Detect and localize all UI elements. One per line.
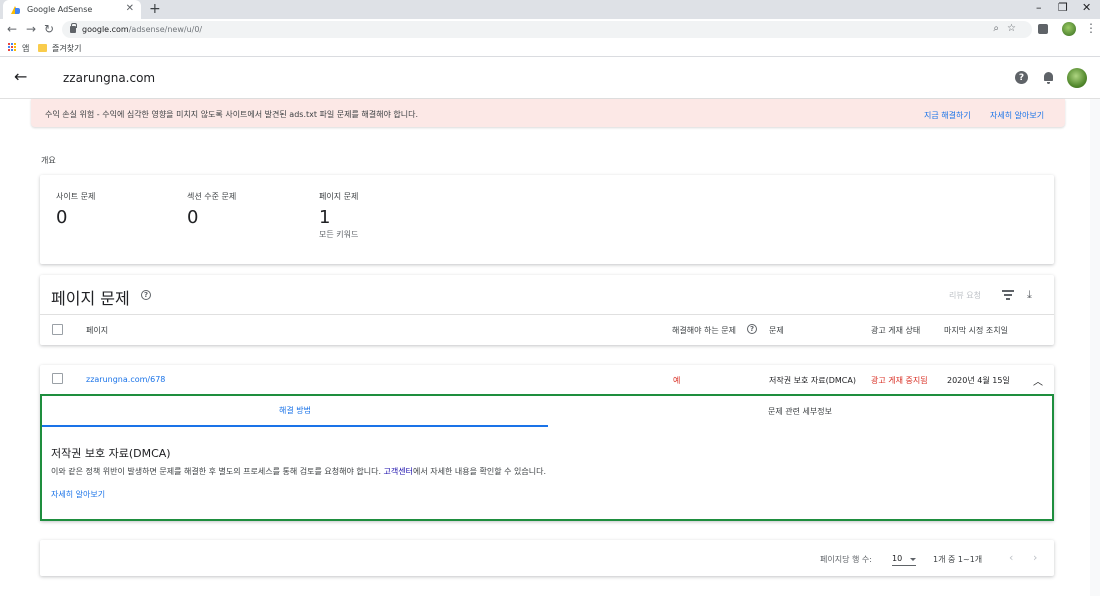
- stat-value: 0: [187, 207, 199, 228]
- back-arrow-icon[interactable]: ←: [14, 67, 27, 86]
- table-header-row: 페이지 해결해야 하는 문제 ? 문제 광고 게재 상태 마지막 시정 조치일: [40, 314, 1054, 345]
- col-page[interactable]: 페이지: [86, 325, 108, 336]
- page-issues-card: 페이지 문제 ? 리뷰 요청 ⤓ 페이지 해결해야 하는 문제 ? 문제 광고 …: [40, 275, 1054, 345]
- rows-per-page-label: 페이지당 행 수:: [820, 555, 872, 564]
- alert-message: 수익 손실 위험 - 수익에 심각한 영향을 미치지 않도록 사이트에서 발견된…: [45, 110, 419, 119]
- app-header: ← zzarungna.com ?: [0, 58, 1100, 99]
- filter-icon[interactable]: [1002, 290, 1014, 300]
- browser-forward-icon[interactable]: →: [26, 22, 36, 36]
- page-scrollbar[interactable]: [1090, 99, 1100, 596]
- zoom-icon[interactable]: ⌕: [993, 23, 1007, 34]
- col-ad-status[interactable]: 광고 게재 상태: [871, 325, 920, 336]
- url-host: google.com: [82, 25, 129, 34]
- detail-text-after: 에서 자세한 내용을 확인할 수 있습니다.: [413, 467, 547, 476]
- browser-back-icon[interactable]: ←: [7, 22, 17, 36]
- help-icon[interactable]: ?: [1015, 71, 1028, 84]
- lock-icon: [70, 23, 77, 33]
- col-last-action[interactable]: 마지막 시정 조치일: [944, 325, 1008, 336]
- row-ad-status: 광고 게재 중지됨: [871, 376, 928, 385]
- stat-value: 1: [319, 207, 331, 228]
- folder-icon: [38, 44, 47, 52]
- apps-grid-icon[interactable]: [8, 43, 17, 52]
- bookmark-apps[interactable]: 앱: [22, 43, 29, 54]
- fix-now-link[interactable]: 지금 해결하기: [924, 110, 971, 121]
- browser-toolbar: ← → ↻ google.com/adsense/new/u/0/ ⌕☆: [0, 19, 1100, 40]
- url-path: /adsense/new/u/0/: [128, 25, 203, 34]
- restore-button[interactable]: ❐: [1058, 1, 1068, 14]
- reload-icon[interactable]: ↻: [44, 22, 54, 36]
- prev-page-icon[interactable]: ‹: [1009, 551, 1013, 564]
- minimize-button[interactable]: –: [1036, 1, 1042, 14]
- tab-issue-details[interactable]: 문제 관련 세부정보: [548, 396, 1052, 427]
- bookmarks-bar: 앱 즐겨찾기: [0, 40, 1100, 57]
- col-issue[interactable]: 문제: [769, 325, 784, 336]
- issue-row-card: zzarungna.com/678 예 저작권 보호 자료(DMCA) 광고 게…: [40, 365, 1054, 521]
- browser-menu-icon[interactable]: ⋮: [1085, 21, 1097, 35]
- browser-tab-title: Google AdSense: [27, 5, 93, 14]
- detail-text-before: 이와 같은 정책 위반이 발생하면 문제를 해결한 후 별도의 프로세스를 통해…: [51, 467, 384, 476]
- site-issues-stat: 사이트 문제 0: [56, 191, 95, 228]
- browser-profile-avatar[interactable]: [1062, 22, 1076, 36]
- detail-title: 저작권 보호 자료(DMCA): [51, 447, 171, 460]
- site-title: zzarungna.com: [63, 71, 156, 85]
- stat-value: 0: [56, 207, 68, 228]
- row-page-link[interactable]: zzarungna.com/678: [86, 375, 165, 384]
- row-issue: 저작권 보호 자료(DMCA): [769, 376, 856, 385]
- review-request-button[interactable]: 리뷰 요청: [949, 290, 981, 301]
- must-fix-help-icon[interactable]: ?: [747, 324, 757, 334]
- account-avatar[interactable]: [1067, 68, 1087, 88]
- alert-learn-more-link[interactable]: 자세히 알아보기: [990, 110, 1044, 121]
- main-content: 수익 손실 위험 - 수익에 심각한 영향을 미치지 않도록 사이트에서 발견된…: [0, 99, 1100, 596]
- row-last-action: 2020년 4월 15일: [947, 376, 1010, 385]
- col-must-fix[interactable]: 해결해야 하는 문제: [672, 325, 736, 336]
- notifications-bell-icon[interactable]: [1043, 71, 1054, 84]
- browser-tab[interactable]: Google AdSense ✕: [3, 0, 141, 19]
- row-must-fix: 예: [673, 376, 681, 385]
- table-row[interactable]: zzarungna.com/678 예 저작권 보호 자료(DMCA) 광고 게…: [40, 365, 1054, 394]
- row-checkbox[interactable]: [52, 373, 63, 384]
- tab-close-icon[interactable]: ✕: [126, 3, 134, 14]
- dropdown-caret-icon: [910, 558, 916, 561]
- pagination-range: 1개 중 1~1개: [933, 555, 983, 564]
- help-center-link[interactable]: 고객센터: [384, 467, 413, 476]
- detail-description: 이와 같은 정책 위반이 발생하면 문제를 해결한 후 별도의 프로세스를 통해…: [51, 466, 546, 477]
- new-tab-button[interactable]: +: [149, 1, 161, 17]
- stat-label: 섹션 수준 문제: [187, 192, 237, 201]
- pagination-bar: 페이지당 행 수: 10 1개 중 1~1개 ‹ ›: [40, 540, 1054, 576]
- download-icon[interactable]: ⤓: [1027, 288, 1032, 302]
- extension-icon[interactable]: [1038, 24, 1048, 34]
- bookmark-star-icon[interactable]: ☆: [1007, 23, 1024, 34]
- detail-learn-more-link[interactable]: 자세히 알아보기: [51, 489, 105, 500]
- close-window-button[interactable]: ✕: [1082, 1, 1091, 14]
- stat-sub-label: 모든 키워드: [319, 230, 359, 239]
- bookmark-favorites[interactable]: 즐겨찾기: [52, 43, 81, 54]
- stat-label: 사이트 문제: [56, 192, 96, 201]
- page-issues-stat[interactable]: 페이지 문제 1 모든 키워드: [319, 191, 358, 240]
- issue-detail-panel: 해결 방법 문제 관련 세부정보 저작권 보호 자료(DMCA) 이와 같은 정…: [40, 394, 1054, 521]
- ads-txt-alert-banner: 수익 손실 위험 - 수익에 심각한 영향을 미치지 않도록 사이트에서 발견된…: [31, 99, 1065, 127]
- tab-how-to-fix[interactable]: 해결 방법: [42, 396, 548, 427]
- rows-per-page-value: 10: [892, 554, 903, 563]
- section-issues-stat: 섹션 수준 문제 0: [187, 191, 236, 228]
- rows-per-page-select[interactable]: 10: [892, 551, 916, 566]
- overview-heading: 개요: [41, 156, 56, 165]
- address-bar[interactable]: google.com/adsense/new/u/0/ ⌕☆: [62, 21, 1032, 38]
- page-issues-title: 페이지 문제: [51, 289, 130, 308]
- chevron-up-icon[interactable]: ︿: [1033, 373, 1043, 388]
- page-issues-help-icon[interactable]: ?: [141, 290, 151, 300]
- overview-card: 사이트 문제 0 섹션 수준 문제 0 페이지 문제 1 모든 키워드: [40, 175, 1054, 264]
- next-page-icon[interactable]: ›: [1033, 551, 1037, 564]
- select-all-checkbox[interactable]: [52, 324, 63, 335]
- adsense-favicon-icon: [11, 5, 21, 15]
- stat-label: 페이지 문제: [319, 192, 359, 201]
- browser-tab-strip: Google AdSense ✕ + – ❐ ✕: [0, 0, 1100, 19]
